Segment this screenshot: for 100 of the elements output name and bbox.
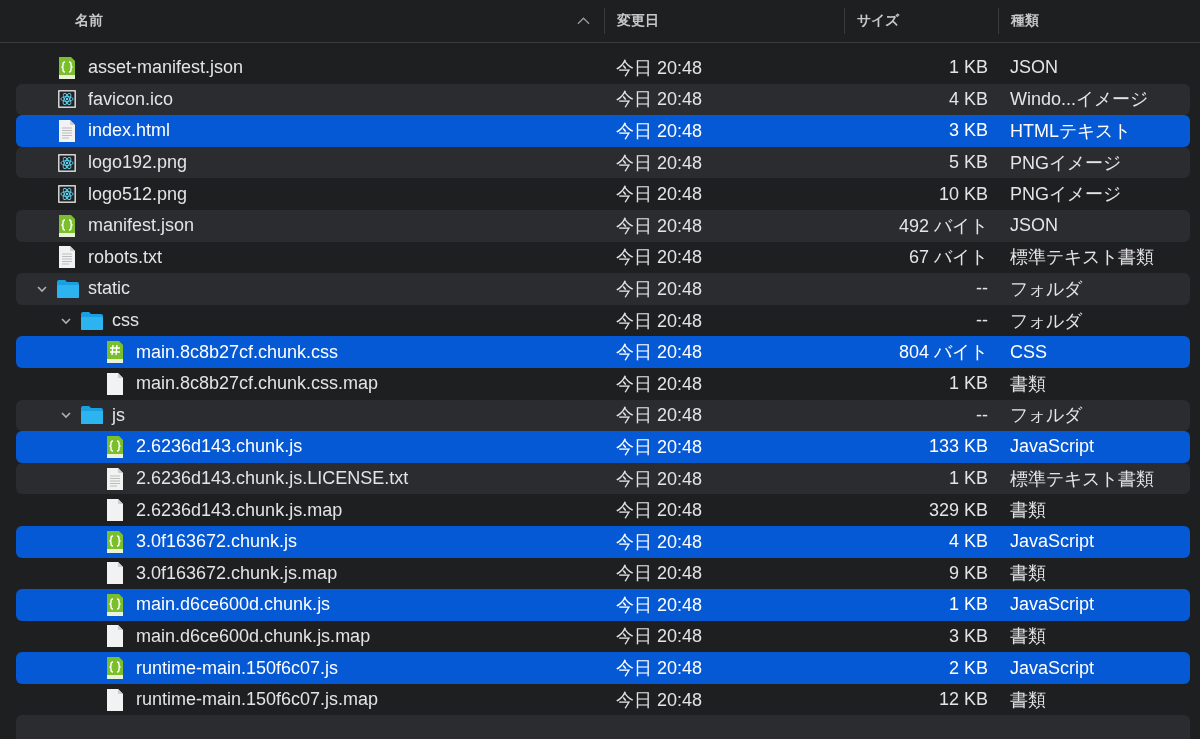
file-row[interactable]: runtime-main.150f6c07.js 今日 20:48 2 KB JavaScript bbox=[16, 652, 1190, 684]
column-header[interactable]: サイズ bbox=[844, 8, 998, 34]
file-row[interactable]: runtime-main.150f6c07.js.map 今日 20:48 12 KB 書類 bbox=[16, 683, 1190, 716]
file-name: 2.6236d143.chunk.js.map bbox=[136, 499, 343, 521]
modified-date: 今日 20:48 bbox=[615, 530, 704, 554]
file-row[interactable]: logo192.png 今日 20:48 5 KB PNGイメージ bbox=[16, 146, 1190, 179]
file-name: main.8c8b27cf.chunk.css bbox=[136, 341, 339, 363]
file-row[interactable]: main.d6ce600d.chunk.js 今日 20:48 1 KB JavaScript bbox=[16, 589, 1190, 621]
file-row[interactable]: main.d6ce600d.chunk.js.map 今日 20:48 3 KB 書類 bbox=[16, 620, 1190, 653]
modified-date: 今日 20:48 bbox=[615, 88, 704, 112]
code-file-icon bbox=[58, 213, 76, 238]
file-row[interactable]: static 今日 20:48 -- フォルダ bbox=[16, 273, 1190, 305]
file-kind: JSON bbox=[1009, 57, 1058, 79]
file-size: 804 バイト bbox=[897, 341, 988, 365]
file-size: -- bbox=[975, 310, 988, 332]
file-name: logo512.png bbox=[88, 183, 188, 205]
modified-date: 今日 20:48 bbox=[615, 562, 704, 586]
file-kind: PNGイメージ bbox=[1009, 151, 1121, 175]
file-kind: フォルダ bbox=[1009, 277, 1082, 301]
file-size: 4 KB bbox=[947, 88, 988, 110]
file-row[interactable]: robots.txt 今日 20:48 67 バイト 標準テキスト書類 bbox=[16, 241, 1190, 274]
file-size: 329 KB bbox=[927, 499, 988, 521]
file-row[interactable]: 3.0f163672.chunk.js 今日 20:48 4 KB JavaScript bbox=[16, 525, 1190, 558]
file-size: 10 KB bbox=[937, 183, 988, 205]
folder-icon bbox=[80, 310, 104, 331]
sort-caret-icon[interactable] bbox=[577, 17, 590, 25]
modified-date: 今日 20:48 bbox=[615, 246, 704, 270]
file-name: logo192.png bbox=[88, 152, 188, 174]
file-size: -- bbox=[975, 278, 988, 300]
folder-icon bbox=[80, 405, 104, 426]
file-name: 3.0f163672.chunk.js.map bbox=[136, 562, 338, 584]
file-kind: フォルダ bbox=[1009, 404, 1082, 428]
file-row[interactable]: 2.6236d143.chunk.js.map 今日 20:48 329 KB 書類 bbox=[16, 494, 1190, 526]
file-size: 133 KB bbox=[927, 436, 988, 458]
file-row[interactable]: js 今日 20:48 -- フォルダ bbox=[16, 399, 1190, 432]
code-file-icon bbox=[106, 434, 124, 459]
modified-date: 今日 20:48 bbox=[615, 309, 704, 333]
file-row[interactable]: css 今日 20:48 -- フォルダ bbox=[16, 304, 1190, 337]
file-size: 67 バイト bbox=[907, 246, 988, 270]
file-name: robots.txt bbox=[88, 246, 163, 268]
document-icon bbox=[106, 561, 124, 586]
modified-date: 今日 20:48 bbox=[615, 120, 704, 143]
file-size: 1 KB bbox=[947, 468, 988, 489]
file-name: runtime-main.150f6c07.js.map bbox=[136, 689, 379, 711]
file-size: 1 KB bbox=[947, 373, 988, 395]
file-name: runtime-main.150f6c07.js bbox=[136, 657, 339, 679]
file-row[interactable]: logo512.png 今日 20:48 10 KB PNGイメージ bbox=[16, 178, 1190, 210]
code-file-icon bbox=[106, 529, 124, 554]
file-size: 9 KB bbox=[947, 562, 988, 584]
modified-date: 今日 20:48 bbox=[615, 688, 704, 712]
file-name: asset-manifest.json bbox=[88, 57, 244, 79]
modified-date: 今日 20:48 bbox=[615, 467, 704, 491]
text-document-icon bbox=[106, 466, 124, 491]
file-name: favicon.ico bbox=[88, 88, 174, 110]
file-row[interactable]: asset-manifest.json 今日 20:48 1 KB JSON bbox=[16, 52, 1190, 84]
file-kind: Windo...イメージ bbox=[1009, 88, 1149, 112]
column-header[interactable]: 名前 bbox=[0, 8, 604, 34]
file-row[interactable]: manifest.json 今日 20:48 492 バイト JSON bbox=[16, 209, 1190, 242]
column-header[interactable]: 種類 bbox=[998, 8, 1200, 34]
hash-file-icon bbox=[106, 340, 124, 365]
document-icon bbox=[106, 371, 124, 396]
modified-date: 今日 20:48 bbox=[615, 372, 704, 396]
file-size: 1 KB bbox=[947, 594, 988, 616]
column-header[interactable]: 変更日 bbox=[604, 8, 844, 34]
file-kind: 書類 bbox=[1009, 562, 1046, 586]
file-kind: JavaScript bbox=[1009, 657, 1095, 679]
file-kind: CSS bbox=[1009, 341, 1047, 363]
file-row[interactable]: index.html 今日 20:48 3 KB HTMLテキスト bbox=[16, 115, 1190, 147]
text-document-icon bbox=[58, 119, 76, 143]
file-name: static bbox=[88, 278, 130, 300]
file-size: 1 KB bbox=[947, 57, 988, 79]
document-icon bbox=[106, 624, 124, 649]
modified-date: 今日 20:48 bbox=[615, 56, 704, 80]
document-icon bbox=[106, 687, 124, 712]
file-size: 3 KB bbox=[947, 120, 988, 142]
modified-date: 今日 20:48 bbox=[615, 277, 704, 301]
file-kind: 書類 bbox=[1009, 372, 1046, 396]
file-size: 3 KB bbox=[947, 626, 988, 647]
file-name: js bbox=[112, 404, 125, 426]
file-kind: HTMLテキスト bbox=[1009, 120, 1131, 143]
file-row[interactable]: 3.0f163672.chunk.js.map 今日 20:48 9 KB 書類 bbox=[16, 557, 1190, 590]
modified-date: 今日 20:48 bbox=[615, 593, 704, 617]
document-icon bbox=[106, 498, 124, 523]
file-row[interactable]: 2.6236d143.chunk.js.LICENSE.txt 今日 20:48 1 KB 標準テキスト書類 bbox=[16, 462, 1190, 495]
folder-icon bbox=[56, 278, 80, 299]
file-kind: PNGイメージ bbox=[1009, 183, 1121, 207]
modified-date: 今日 20:48 bbox=[615, 404, 704, 428]
file-row[interactable]: main.8c8b27cf.chunk.css.map 今日 20:48 1 KB 書類 bbox=[16, 367, 1190, 400]
file-size: 492 バイト bbox=[897, 214, 988, 238]
file-row[interactable]: main.8c8b27cf.chunk.css 今日 20:48 804 バイト CSS bbox=[16, 336, 1190, 368]
code-file-icon bbox=[106, 656, 124, 681]
file-row[interactable]: favicon.ico 今日 20:48 4 KB Windo...イメージ bbox=[16, 83, 1190, 116]
file-name: css bbox=[112, 310, 139, 332]
file-name: main.8c8b27cf.chunk.css.map bbox=[136, 373, 379, 395]
file-kind: JavaScript bbox=[1009, 531, 1095, 553]
modified-date: 今日 20:48 bbox=[615, 214, 704, 238]
file-kind: 書類 bbox=[1009, 625, 1046, 649]
file-name: manifest.json bbox=[88, 215, 195, 237]
code-file-icon bbox=[106, 592, 124, 617]
file-row[interactable]: 2.6236d143.chunk.js 今日 20:48 133 KB JavaScript bbox=[16, 431, 1190, 463]
